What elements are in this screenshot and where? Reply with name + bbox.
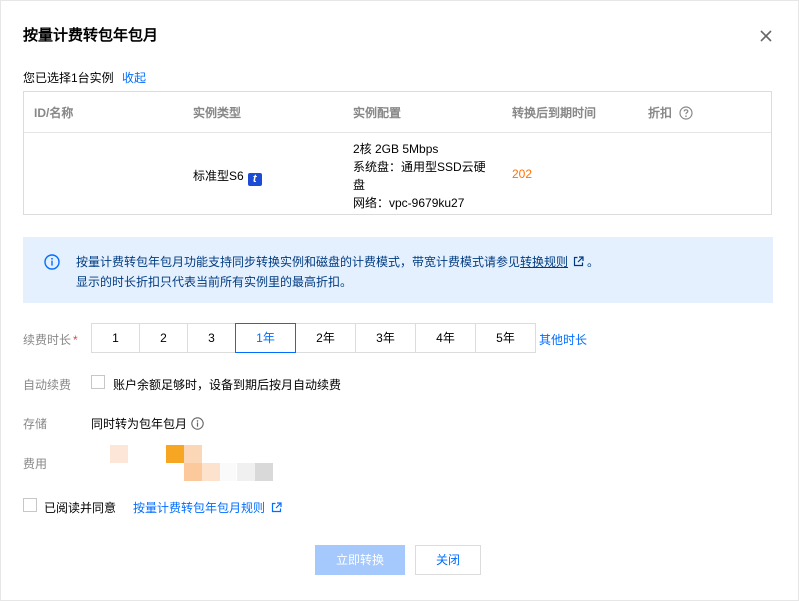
discount-header-label: 折扣: [648, 106, 673, 120]
duration-label-text: 续费时长: [23, 333, 72, 347]
notice-line-1-text: 按量计费转包年包月功能支持同步转换实例和磁盘的计费模式，带宽计费模式请参见: [76, 255, 521, 269]
config-network: 网络：vpc-9679ku27: [353, 196, 465, 210]
storage-text: 同时转为包年包月: [91, 417, 188, 431]
storage-label: 存储: [23, 417, 48, 431]
table-header: ID/名称 实例类型 实例配置 转换后到期时间 折扣: [24, 92, 771, 133]
convert-button[interactable]: 立即转换: [315, 545, 405, 575]
duration-option-3y[interactable]: 3年: [355, 323, 416, 353]
agree-text: 已阅读并同意: [44, 501, 117, 515]
selection-summary: 您已选择1台实例 收起: [23, 69, 146, 86]
col-header-id: ID/名称: [34, 106, 74, 120]
info-icon: [44, 254, 60, 270]
duration-option-1[interactable]: 1: [91, 323, 140, 353]
duration-option-2[interactable]: 2: [139, 323, 188, 353]
notice-line-2: 显示的时长折扣只代表当前所有实例里的最高折扣。: [76, 275, 353, 289]
billing-rules-link-text[interactable]: 按量计费转包年包月规则: [133, 501, 265, 515]
help-icon[interactable]: [679, 106, 693, 123]
config-spec: 2核 2GB 5Mbps: [353, 142, 439, 156]
external-link-icon[interactable]: [271, 502, 282, 516]
selected-count-text: 您已选择1台实例: [23, 71, 114, 85]
notice-line-1: 按量计费转包年包月功能支持同步转换实例和磁盘的计费模式，带宽计费模式请参见转换规…: [76, 253, 599, 273]
notice-text: 按量计费转包年包月功能支持同步转换实例和磁盘的计费模式，带宽计费模式请参见转换规…: [76, 253, 599, 292]
duration-option-4y[interactable]: 4年: [415, 323, 476, 353]
auto-renew-text: 账户余额足够时，设备到期后按月自动续费: [113, 378, 342, 392]
duration-option-5y[interactable]: 5年: [475, 323, 536, 353]
instance-type: 标准型S6 t: [193, 167, 262, 186]
dialog-title: 按量计费转包年包月: [23, 27, 159, 44]
other-duration-link[interactable]: 其他时长: [539, 331, 587, 348]
notice-line-1-suffix: 。: [587, 255, 600, 269]
duration-option-2y[interactable]: 2年: [295, 323, 356, 353]
duration-label: 续费时长 *: [23, 331, 78, 348]
info-circle-icon[interactable]: [191, 417, 205, 433]
instance-config: 2核 2GB 5Mbps 系统盘：通用型SSD云硬 盘 网络：vpc-9679k…: [353, 140, 486, 212]
auto-renew-checkbox[interactable]: [91, 375, 105, 389]
billing-rules-link[interactable]: 按量计费转包年包月规则: [133, 499, 282, 516]
duration-option-3[interactable]: 3: [187, 323, 236, 353]
config-disk: 系统盘：通用型SSD云硬: [353, 160, 486, 174]
storage-value: 同时转为包年包月: [91, 415, 205, 433]
close-button[interactable]: 关闭: [415, 545, 481, 575]
conversion-rules-link[interactable]: 转换规则: [520, 255, 568, 269]
required-mark: *: [73, 333, 78, 347]
duration-selector: 1 2 3 1年 2年 3年 4年 5年: [91, 323, 536, 353]
instance-table: ID/名称 实例类型 实例配置 转换后到期时间 折扣 标准型S6 t 2核 2GB…: [23, 91, 772, 215]
col-header-discount: 折扣: [648, 104, 693, 123]
col-header-type: 实例类型: [193, 106, 242, 120]
col-header-expire: 转换后到期时间: [512, 106, 597, 120]
external-link-icon[interactable]: [573, 254, 584, 273]
auto-renew-label: 自动续费: [23, 378, 72, 392]
fee-label: 费用: [23, 457, 48, 471]
instance-type-badge: t: [247, 173, 262, 186]
close-icon[interactable]: [756, 26, 776, 46]
config-disk-cont: 盘: [353, 178, 366, 192]
agree-checkbox[interactable]: [23, 498, 37, 512]
col-header-config: 实例配置: [353, 106, 402, 120]
info-notice: 按量计费转包年包月功能支持同步转换实例和磁盘的计费模式，带宽计费模式请参见转换规…: [23, 237, 773, 303]
collapse-link[interactable]: 收起: [122, 71, 146, 85]
duration-option-1y[interactable]: 1年: [235, 323, 296, 353]
instance-type-label: 标准型S6: [193, 169, 244, 183]
expire-time: 202: [512, 167, 533, 181]
